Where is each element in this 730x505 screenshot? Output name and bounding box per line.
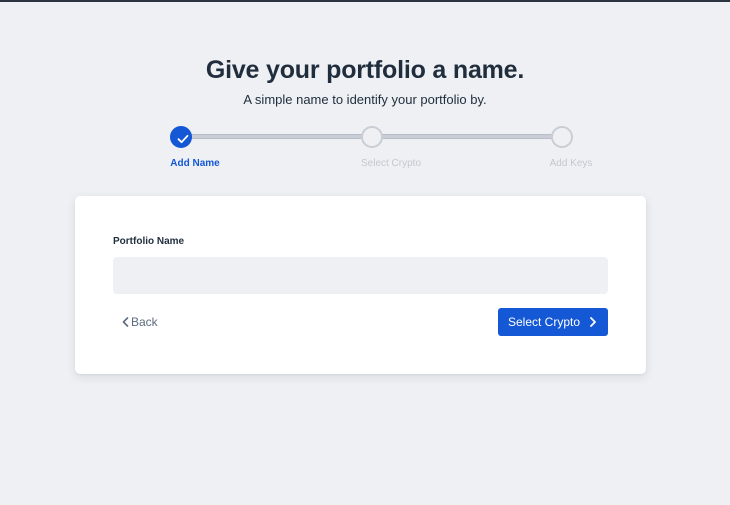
step-label-add-name[interactable]: Add Name (145, 158, 245, 169)
chevron-left-icon (122, 317, 129, 327)
step-label-add-keys[interactable]: Add Keys (521, 158, 621, 169)
portfolio-name-input[interactable] (113, 257, 608, 294)
top-border (0, 0, 730, 2)
step-indicator-add-keys[interactable] (551, 126, 573, 148)
step-indicator-add-name[interactable] (170, 126, 192, 148)
step-indicator-select-crypto[interactable] (361, 126, 383, 148)
step-connector-1 (190, 134, 362, 139)
page-title: Give your portfolio a name. (205, 56, 525, 84)
select-crypto-button[interactable]: Select Crypto (498, 308, 608, 336)
portfolio-form-card: Portfolio Name Back Select Crypto (75, 196, 646, 374)
back-button[interactable]: Back (121, 314, 158, 330)
step-connector-2 (381, 134, 553, 139)
back-button-label: Back (131, 315, 158, 329)
chevron-right-icon (590, 317, 596, 327)
step-label-select-crypto[interactable]: Select Crypto (341, 158, 441, 169)
check-icon (177, 134, 189, 144)
page-subtitle: A simple name to identify your portfolio… (243, 92, 487, 107)
select-crypto-button-label: Select Crypto (507, 315, 581, 329)
portfolio-name-label: Portfolio Name (113, 236, 185, 247)
